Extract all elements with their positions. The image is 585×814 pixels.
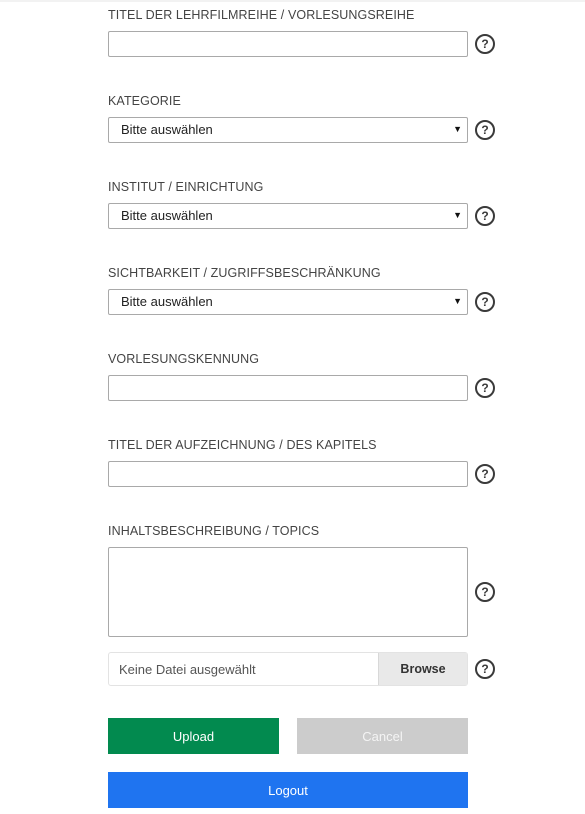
file-name-text: Keine Datei ausgewählt [119, 662, 256, 677]
recording-title-input[interactable] [108, 461, 468, 487]
lecture-id-label: VORLESUNGSKENNUNG [108, 352, 260, 366]
institute-selected-value: Bitte auswählen [121, 208, 213, 223]
description-label: INHALTSBESCHREIBUNG / TOPICS [108, 524, 320, 538]
logout-button[interactable]: Logout [108, 772, 468, 808]
category-select[interactable]: Bitte auswählen ▼ [108, 117, 468, 143]
series-title-input[interactable] [108, 31, 468, 57]
description-textarea[interactable] [108, 547, 468, 637]
help-icon[interactable]: ? [475, 206, 495, 226]
help-icon[interactable]: ? [475, 120, 495, 140]
help-icon[interactable]: ? [475, 34, 495, 54]
institute-select[interactable]: Bitte auswählen ▼ [108, 203, 468, 229]
series-title-label: TITEL DER LEHRFILMREIHE / VORLESUNGSREIH… [108, 8, 415, 22]
cancel-button[interactable]: Cancel [297, 718, 468, 754]
visibility-select[interactable]: Bitte auswählen ▼ [108, 289, 468, 315]
file-picker[interactable]: Keine Datei ausgewählt Browse [108, 652, 468, 686]
lecture-id-input[interactable] [108, 375, 468, 401]
dropdown-arrow-icon: ▼ [453, 296, 462, 306]
dropdown-arrow-icon: ▼ [453, 124, 462, 134]
help-icon[interactable]: ? [475, 292, 495, 312]
help-icon[interactable]: ? [475, 464, 495, 484]
help-icon[interactable]: ? [475, 659, 495, 679]
browse-button[interactable]: Browse [378, 653, 467, 685]
category-selected-value: Bitte auswählen [121, 122, 213, 137]
institute-label: INSTITUT / EINRICHTUNG [108, 180, 264, 194]
visibility-label: SICHTBARKEIT / ZUGRIFFSBESCHRÄNKUNG [108, 266, 381, 280]
help-icon[interactable]: ? [475, 582, 495, 602]
upload-button[interactable]: Upload [108, 718, 279, 754]
recording-title-label: TITEL DER AUFZEICHNUNG / DES KAPITELS [108, 438, 377, 452]
help-icon[interactable]: ? [475, 378, 495, 398]
dropdown-arrow-icon: ▼ [453, 210, 462, 220]
top-divider [0, 0, 585, 2]
category-label: KATEGORIE [108, 94, 181, 108]
visibility-selected-value: Bitte auswählen [121, 294, 213, 309]
